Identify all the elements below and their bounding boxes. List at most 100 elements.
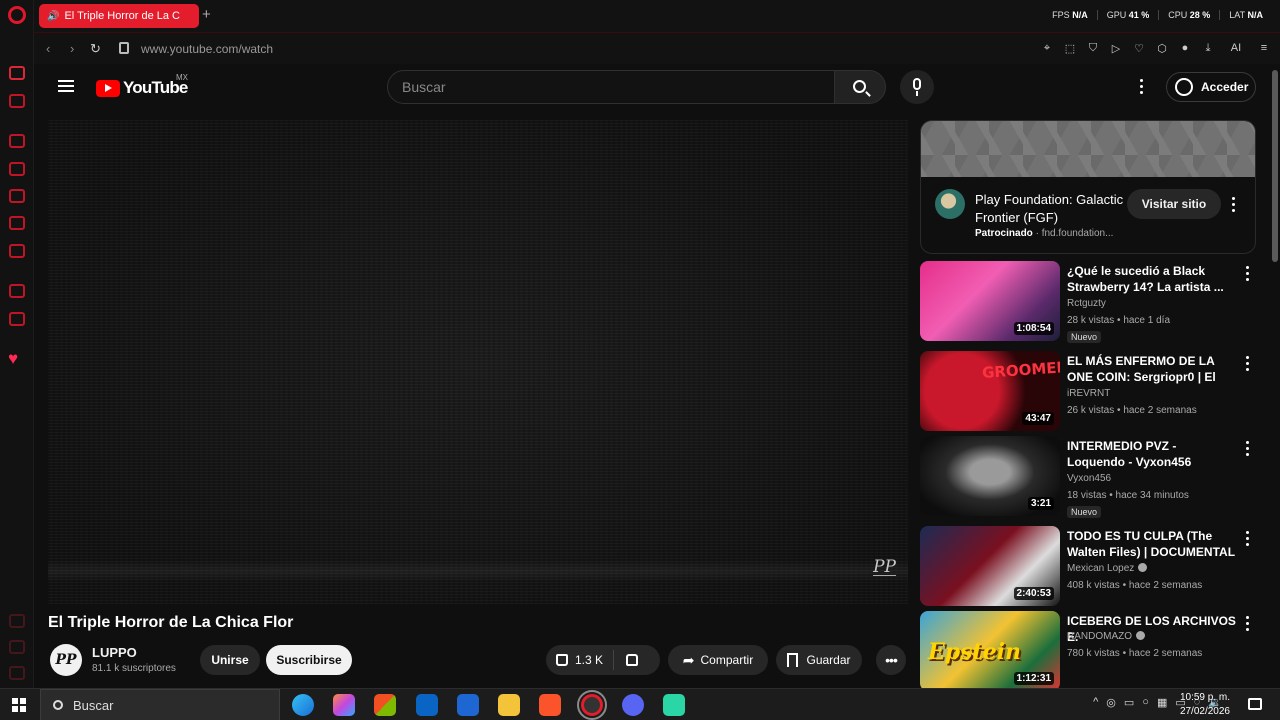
recommendation-channel[interactable]: Vyxon456 [1067,473,1111,484]
channel-name[interactable]: LUPPO [92,645,137,660]
opera-icon[interactable] [577,690,607,720]
heart-outline-icon[interactable]: ♡ [1133,42,1145,55]
recommendation-title[interactable]: INTERMEDIO PVZ - Loquendo - Vyxon456 [1067,438,1237,470]
brave-icon[interactable] [539,694,561,716]
video-thumbnail[interactable]: Epstein 1:12:31 [920,611,1060,691]
ticket-icon[interactable] [9,216,25,230]
edge-icon[interactable] [292,694,314,716]
more-actions-button[interactable]: ••• [876,645,906,675]
scrollbar-thumb[interactable] [1272,70,1278,262]
like-icon[interactable] [556,654,568,666]
more-options-icon[interactable] [9,666,25,680]
youtube-logo[interactable]: YouTube MX [96,73,188,98]
advertiser-logo[interactable] [935,189,965,219]
word-icon[interactable] [457,694,479,716]
search-input[interactable] [388,71,834,103]
robot-icon[interactable] [9,189,25,203]
reload-icon[interactable]: ↻ [90,41,101,57]
opera-logo-icon[interactable] [8,6,26,24]
copilot-icon[interactable] [333,694,355,716]
chevron-up-icon[interactable]: ^ [1093,696,1098,709]
more-icon[interactable] [1246,441,1249,459]
refresh-icon[interactable] [9,162,25,176]
join-button[interactable]: Unirse [200,645,260,675]
video-thumbnail[interactable]: 3:21 [920,436,1060,516]
voice-search-button[interactable] [900,70,934,104]
menu-icon[interactable] [58,80,74,92]
store-icon[interactable] [374,694,396,716]
ad-more-icon[interactable] [1232,197,1235,215]
ad-banner-image[interactable] [921,121,1255,177]
cube-icon[interactable]: ⬡ [1156,42,1168,55]
forward-icon[interactable]: › [70,41,74,56]
new-tab-button[interactable]: + [202,6,211,23]
file-explorer-icon[interactable] [498,694,520,716]
recommendation-item[interactable]: 2:40:53 TODO ES TU CULPA (The Walten Fil… [920,526,1260,608]
windows-start-icon[interactable] [12,698,26,712]
outlook-icon[interactable] [416,694,438,716]
usb-icon[interactable]: ▭ [1124,696,1134,709]
heart-icon[interactable]: ♥ [8,350,18,367]
snapshot-icon[interactable]: ⬚ [1064,42,1076,55]
app-icon[interactable] [663,694,685,716]
recommendation-item[interactable]: 1:08:54 ¿Qué le sucedió a Black Strawber… [920,261,1260,343]
lock-icon[interactable] [119,42,129,54]
sponsored-card[interactable]: Play Foundation: Galactic Frontier (FGF)… [920,120,1256,254]
more-icon[interactable] [1246,616,1249,634]
taskbar-search[interactable]: Buscar [40,689,280,720]
profile-icon[interactable]: ● [1179,42,1191,55]
recommendation-channel[interactable]: Mexican Lopez [1067,563,1148,574]
ad-title[interactable]: Play Foundation: Galactic Frontier (FGF) [975,191,1125,227]
twitch-icon[interactable] [9,284,25,298]
recommendation-item[interactable]: 3:21 INTERMEDIO PVZ - Loquendo - Vyxon45… [920,436,1260,518]
subscribe-button[interactable]: Suscribirse [266,645,352,675]
gx-console-icon[interactable] [9,134,25,148]
send-icon[interactable]: ▷ [1110,42,1122,55]
player-icon[interactable] [9,244,25,258]
video-thumbnail[interactable]: 2:40:53 [920,526,1060,606]
more-icon[interactable] [1246,531,1249,549]
gx-icon[interactable] [9,640,25,654]
gamepad-icon[interactable] [9,94,25,108]
share-button[interactable]: ➦ Compartir [668,645,768,675]
download-icon[interactable]: ⤓ [1202,42,1214,55]
recommendation-title[interactable]: TODO ES TU CULPA (The Walten Files) | DO… [1067,528,1237,562]
notification-icon[interactable] [1248,698,1262,710]
network-icon[interactable]: ▦ [1157,696,1167,709]
settings-menu-icon[interactable] [1140,79,1144,95]
sign-in-button[interactable]: Acceder [1166,72,1256,102]
video-player[interactable]: PP [48,120,908,604]
pin-icon[interactable]: ⌖ [1041,42,1053,55]
url-field[interactable]: www.youtube.com/watch [141,42,273,56]
recommendation-channel[interactable]: iREVRNT [1067,388,1110,399]
recommendation-channel[interactable]: RANDOMAZO [1067,631,1145,642]
home-icon[interactable] [9,66,25,80]
system-clock[interactable]: 10:59 p. m. 27/02/2026 [1180,691,1230,719]
visit-site-button[interactable]: Visitar sitio [1127,189,1221,219]
shield-icon[interactable]: ⛉ [1087,42,1099,55]
channel-watermark[interactable]: PP [873,559,896,576]
easy-setup-icon[interactable]: ≡ [1258,42,1270,55]
recommendation-channel[interactable]: Rctguzty [1067,298,1106,309]
dislike-icon[interactable] [626,654,639,666]
save-button[interactable]: Guardar [776,645,862,675]
recommendation-title[interactable]: ¿Qué le sucedió a Black Strawberry 14? L… [1067,263,1237,295]
speaker-icon[interactable]: 🔊 [47,11,59,22]
extension-icon[interactable] [9,614,25,628]
opera-tray-icon[interactable]: ○ [1142,696,1149,709]
bluetooth-icon[interactable]: ◎ [1106,696,1116,709]
discord-icon[interactable] [622,694,644,716]
ai-button[interactable]: AI [1225,42,1247,55]
recommendation-item[interactable]: GROOMER 43:47 EL MÁS ENFERMO DE LA ONE C… [920,351,1260,433]
more-icon[interactable] [1246,266,1249,284]
like-count[interactable]: 1.3 K [575,653,603,667]
more-icon[interactable] [1246,356,1249,374]
channel-avatar[interactable]: PP [50,644,82,676]
search-button[interactable] [834,70,886,104]
recommendation-item[interactable]: Epstein 1:12:31 ICEBERG DE LOS ARCHIVOS … [920,611,1260,693]
video-thumbnail[interactable]: 1:08:54 [920,261,1060,341]
recommendation-title[interactable]: EL MÁS ENFERMO DE LA ONE COIN: Sergriopr… [1067,353,1237,387]
whatsapp-icon[interactable] [9,312,25,326]
video-thumbnail[interactable]: GROOMER 43:47 [920,351,1060,431]
back-icon[interactable]: ‹ [46,41,50,56]
